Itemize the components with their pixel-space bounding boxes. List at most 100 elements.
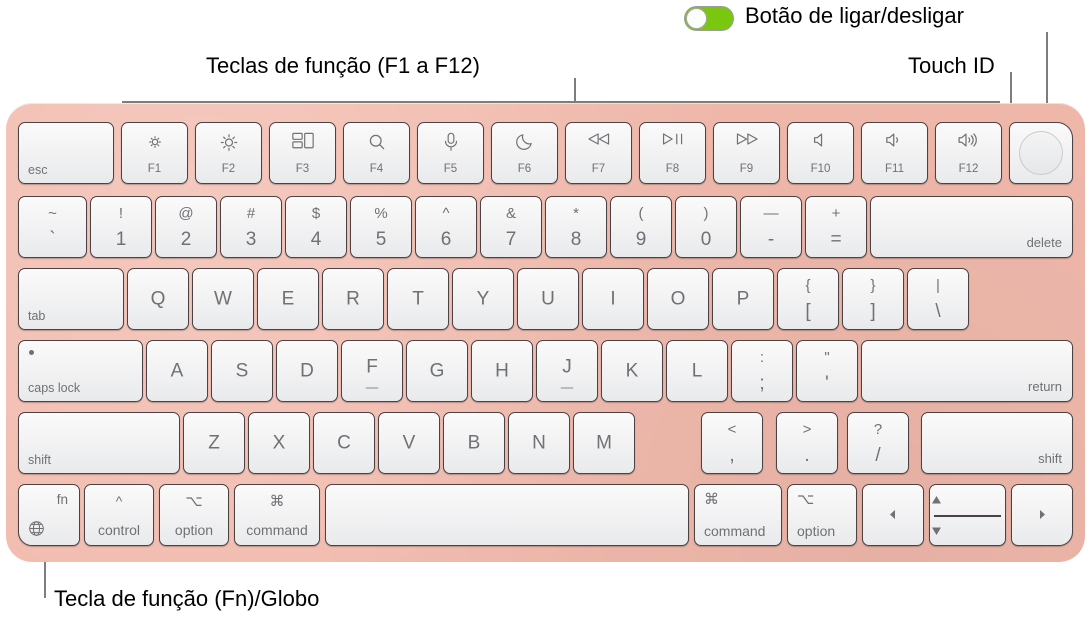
key-caps-lock[interactable]: caps lock <box>18 340 143 402</box>
key-s[interactable]: S <box>211 340 273 402</box>
key-left-bracket-upper: { <box>805 277 811 294</box>
key-f9[interactable]: F9 <box>713 122 780 184</box>
key-tab[interactable]: tab <box>18 268 124 330</box>
rewind-icon <box>586 132 612 146</box>
key-arrow-left[interactable] <box>862 484 924 546</box>
key-f6[interactable]: F6 <box>491 122 558 184</box>
key-f8[interactable]: F8 <box>639 122 706 184</box>
key-7[interactable]: & 7 <box>480 196 542 258</box>
key-semicolon-upper: : <box>759 349 765 366</box>
arrow-up-icon <box>930 495 1005 505</box>
key-f1[interactable]: F1 <box>121 122 188 184</box>
key-f3-label: F3 <box>295 162 310 175</box>
key-k[interactable]: K <box>601 340 663 402</box>
key-touch-id[interactable] <box>1009 122 1073 184</box>
key-shift-left-label: shift <box>28 452 51 467</box>
key-f4[interactable]: F4 <box>343 122 410 184</box>
fast-forward-icon <box>734 132 760 146</box>
key-period-lower: . <box>804 445 810 466</box>
key-l[interactable]: L <box>666 340 728 402</box>
key-shift-left[interactable]: shift <box>18 412 180 474</box>
key-b[interactable]: B <box>443 412 505 474</box>
key-minus[interactable]: — - <box>740 196 802 258</box>
key-u[interactable]: U <box>517 268 579 330</box>
key-quote-lower: ' <box>825 373 829 394</box>
key-fn-globe[interactable]: fn <box>18 484 80 546</box>
key-command-right[interactable]: ⌘ command <box>694 484 782 546</box>
key-4[interactable]: $ 4 <box>285 196 347 258</box>
key-y[interactable]: Y <box>452 268 514 330</box>
key-5[interactable]: % 5 <box>350 196 412 258</box>
key-delete-label: delete <box>1026 235 1062 250</box>
key-option-right-label: option <box>797 523 836 539</box>
key-t-label: T <box>412 288 424 310</box>
key-0[interactable]: ) 0 <box>675 196 737 258</box>
key-3[interactable]: # 3 <box>220 196 282 258</box>
key-f10[interactable]: F10 <box>787 122 854 184</box>
key-t[interactable]: T <box>387 268 449 330</box>
key-v[interactable]: V <box>378 412 440 474</box>
key-z[interactable]: Z <box>183 412 245 474</box>
homing-bar-icon <box>560 387 574 389</box>
key-8-upper: * <box>573 205 579 222</box>
key-control-left[interactable]: ^ control <box>84 484 154 546</box>
key-semicolon[interactable]: : ; <box>731 340 793 402</box>
key-f12[interactable]: F12 <box>935 122 1002 184</box>
key-e[interactable]: E <box>257 268 319 330</box>
key-g[interactable]: G <box>406 340 468 402</box>
toggle-knob <box>686 8 707 29</box>
key-o[interactable]: O <box>647 268 709 330</box>
key-f8-label: F8 <box>665 162 680 175</box>
key-command-left[interactable]: ⌘ command <box>234 484 320 546</box>
key-return[interactable]: return <box>861 340 1073 402</box>
key-c[interactable]: C <box>313 412 375 474</box>
key-1[interactable]: ! 1 <box>90 196 152 258</box>
key-x[interactable]: X <box>248 412 310 474</box>
key-slash[interactable]: ? / <box>847 412 909 474</box>
key-f[interactable]: F <box>341 340 403 402</box>
key-delete[interactable]: delete <box>870 196 1073 258</box>
key-6[interactable]: ^ 6 <box>415 196 477 258</box>
key-m[interactable]: M <box>573 412 635 474</box>
key-option-left[interactable]: ⌥ option <box>159 484 229 546</box>
key-equals-lower: = <box>830 229 842 250</box>
key-f3[interactable]: F3 <box>269 122 336 184</box>
key-f5[interactable]: F5 <box>417 122 484 184</box>
key-left-bracket[interactable]: { [ <box>777 268 839 330</box>
key-f11[interactable]: F11 <box>861 122 928 184</box>
key-right-bracket[interactable]: } ] <box>842 268 904 330</box>
key-a[interactable]: A <box>146 340 208 402</box>
key-h[interactable]: H <box>471 340 533 402</box>
key-r[interactable]: R <box>322 268 384 330</box>
key-grave[interactable]: ~ ` <box>18 196 87 258</box>
key-f1-label: F1 <box>147 162 162 175</box>
arrow-right-icon <box>1012 506 1072 525</box>
key-9[interactable]: ( 9 <box>610 196 672 258</box>
key-arrow-right[interactable] <box>1011 484 1073 546</box>
key-period[interactable]: > . <box>776 412 838 474</box>
key-quote[interactable]: " ' <box>796 340 858 402</box>
key-option-left-symbol: ⌥ <box>185 493 203 510</box>
key-comma[interactable]: < , <box>701 412 763 474</box>
key-equals[interactable]: + = <box>805 196 867 258</box>
key-option-right[interactable]: ⌥ option <box>787 484 857 546</box>
key-f7[interactable]: F7 <box>565 122 632 184</box>
key-i[interactable]: I <box>582 268 644 330</box>
key-esc[interactable]: esc <box>18 122 114 184</box>
key-shift-right[interactable]: shift <box>921 412 1073 474</box>
key-d[interactable]: D <box>276 340 338 402</box>
key-8[interactable]: * 8 <box>545 196 607 258</box>
key-q[interactable]: Q <box>127 268 189 330</box>
key-n-label: N <box>532 432 546 454</box>
key-s-label: S <box>235 360 249 382</box>
key-2[interactable]: @ 2 <box>155 196 217 258</box>
key-w[interactable]: W <box>192 268 254 330</box>
key-f2[interactable]: F2 <box>195 122 262 184</box>
key-n[interactable]: N <box>508 412 570 474</box>
key-arrow-up-down[interactable] <box>929 484 1006 546</box>
key-p[interactable]: P <box>712 268 774 330</box>
key-space[interactable] <box>325 484 689 546</box>
key-backslash[interactable]: | \ <box>907 268 969 330</box>
key-7-lower: 7 <box>505 229 517 250</box>
key-j[interactable]: J <box>536 340 598 402</box>
